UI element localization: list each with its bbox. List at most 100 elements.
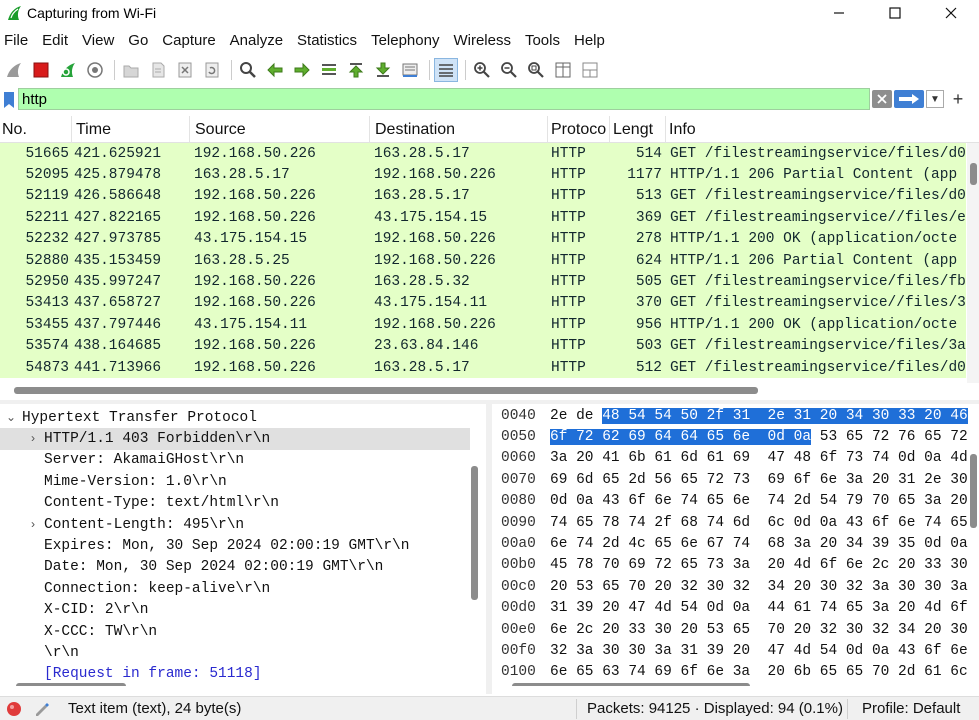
packet-list-vertical-scrollbar[interactable] <box>967 143 979 383</box>
hex-dump-line[interactable]: 0050 6f 72 62 69 64 64 65 6e 0d 0a 53 65 … <box>492 426 968 447</box>
minimize-button[interactable] <box>811 0 867 26</box>
column-header-protocol[interactable]: Protoco <box>548 116 610 143</box>
packet-row[interactable]: 53455 437.797446 43.175.154.11 192.168.50.2… <box>0 314 966 336</box>
menu-statistics[interactable]: Statistics <box>290 32 364 49</box>
menu-tools[interactable]: Tools <box>518 32 567 49</box>
add-filter-button[interactable]: + <box>948 89 968 109</box>
scrollbar-thumb[interactable] <box>471 466 478 600</box>
capture-options-button[interactable] <box>83 58 107 82</box>
layout-button[interactable] <box>578 58 602 82</box>
go-last-packet-button[interactable] <box>371 58 395 82</box>
packet-row[interactable]: 52232 427.973785 43.175.154.15 192.168.50.2… <box>0 228 966 250</box>
hex-dump-line[interactable]: 00d0 31 39 20 47 4d 54 0d 0a 44 61 74 65 … <box>492 598 968 619</box>
hex-dump-line[interactable]: 00e0 6e 2c 20 33 30 20 53 65 70 20 32 30 … <box>492 619 968 640</box>
open-file-button[interactable] <box>119 58 143 82</box>
details-tree-line[interactable]: Expires: Mon, 30 Sep 2024 02:00:19 GMT\r… <box>0 535 470 556</box>
column-header-no[interactable]: No. <box>0 116 72 143</box>
close-button[interactable] <box>923 0 979 26</box>
normal-size-icon <box>528 62 544 78</box>
stop-capture-button[interactable] <box>29 58 53 82</box>
details-tree-line[interactable]: Connection: keep-alive\r\n <box>0 578 470 599</box>
go-forward-button[interactable] <box>290 58 314 82</box>
menu-view[interactable]: View <box>75 32 121 49</box>
column-header-length[interactable]: Lengt <box>610 116 666 143</box>
edit-comment-button[interactable] <box>28 697 56 720</box>
details-tree-line[interactable]: Date: Mon, 30 Sep 2024 02:00:19 GMT\r\n <box>0 557 470 578</box>
details-tree-line[interactable]: Server: AkamaiGHost\r\n <box>0 450 470 471</box>
menu-analyze[interactable]: Analyze <box>223 32 290 49</box>
scrollbar-thumb[interactable] <box>970 454 977 528</box>
scrollbar-thumb[interactable] <box>970 163 977 185</box>
filter-history-dropdown[interactable]: ▼ <box>926 90 944 108</box>
hex-dump-line[interactable]: 00c0 20 53 65 70 20 32 30 32 34 20 30 32 … <box>492 576 968 597</box>
hex-dump-line[interactable]: 0100 6e 65 63 74 69 6f 6e 3a 20 6b 65 65 … <box>492 662 968 683</box>
hex-dump-line[interactable]: 0090 74 65 78 74 2f 68 74 6d 6c 0d 0a 43 … <box>492 512 968 533</box>
packet-row[interactable]: 52950 435.997247 192.168.50.226 163.28.5.32… <box>0 271 966 293</box>
column-header-time[interactable]: Time <box>72 116 190 143</box>
packet-row[interactable]: 51665 421.625921 192.168.50.226 163.28.5.17… <box>0 143 966 165</box>
packet-row[interactable]: 54873 441.713966 192.168.50.226 163.28.5.17… <box>0 356 966 379</box>
hex-dump-line[interactable]: 00f0 32 3a 30 30 3a 31 39 20 47 4d 54 0d … <box>492 640 968 661</box>
packet-row[interactable]: 52119 426.586648 192.168.50.226 163.28.5.17… <box>0 185 966 208</box>
bytes-vertical-scrollbar[interactable] <box>967 434 979 664</box>
hex-dump-line[interactable]: 0040 2e de 48 54 54 50 2f 31 2e 31 20 34 … <box>492 405 968 426</box>
expand-arrow-icon[interactable]: › <box>26 518 40 532</box>
packet-row[interactable]: 52880 435.153459 163.28.5.25 192.168.50.226… <box>0 249 966 272</box>
details-link-line[interactable]: [Request in frame: 51118] <box>0 664 470 685</box>
find-packet-button[interactable] <box>236 58 260 82</box>
auto-scroll-button[interactable] <box>398 58 422 82</box>
menu-edit[interactable]: Edit <box>35 32 75 49</box>
expert-info-button[interactable] <box>0 697 28 720</box>
menu-go[interactable]: Go <box>121 32 155 49</box>
column-header-info[interactable]: Info <box>666 116 979 143</box>
packet-row[interactable]: 53413 437.658727 192.168.50.226 43.175.154.… <box>0 292 966 315</box>
hex-dump-line[interactable]: 00b0 45 78 70 69 72 65 73 3a 20 4d 6f 6e … <box>492 555 968 576</box>
go-first-packet-button[interactable] <box>344 58 368 82</box>
scrollbar-thumb[interactable] <box>14 387 758 394</box>
hex-dump-line[interactable]: 0070 69 6d 65 2d 56 65 72 73 69 6f 6e 3a … <box>492 469 968 490</box>
profile-selector[interactable]: Profile: Default <box>848 697 960 720</box>
menu-wireless[interactable]: Wireless <box>446 32 518 49</box>
details-tree-line[interactable]: › HTTP/1.1 403 Forbidden\r\n <box>0 428 470 450</box>
details-tree-line[interactable]: ⌄ Hypertext Transfer Protocol <box>0 407 470 428</box>
hex-dump-line[interactable]: 0080 0d 0a 43 6f 6e 74 65 6e 74 2d 54 79 … <box>492 491 968 512</box>
go-back-button[interactable] <box>263 58 287 82</box>
packet-row[interactable]: 52095 425.879478 163.28.5.17 192.168.50.226… <box>0 164 966 186</box>
filter-bookmark-button[interactable] <box>0 89 18 111</box>
resize-columns-button[interactable] <box>551 58 575 82</box>
details-tree-line[interactable]: › Content-Length: 495\r\n <box>0 514 470 535</box>
apply-filter-button[interactable] <box>894 90 924 108</box>
colorize-button[interactable] <box>434 58 458 82</box>
close-file-button[interactable] <box>173 58 197 82</box>
menu-telephony[interactable]: Telephony <box>364 32 446 49</box>
packet-list-horizontal-scrollbar[interactable] <box>0 384 966 396</box>
hex-dump-line[interactable]: 00a0 6e 74 2d 4c 65 6e 67 74 68 3a 20 34 … <box>492 533 968 554</box>
details-tree-line[interactable]: X-CID: 2\r\n <box>0 600 470 621</box>
clear-filter-button[interactable] <box>872 90 892 108</box>
details-tree-line[interactable]: Mime-Version: 1.0\r\n <box>0 471 470 492</box>
normal-size-button[interactable] <box>524 58 548 82</box>
expand-arrow-icon[interactable]: ⌄ <box>4 410 18 425</box>
menu-help[interactable]: Help <box>567 32 612 49</box>
menu-file[interactable]: File <box>0 32 35 49</box>
menu-capture[interactable]: Capture <box>155 32 222 49</box>
zoom-in-button[interactable] <box>470 58 494 82</box>
details-tree-line[interactable]: \r\n <box>0 642 470 663</box>
reload-file-button[interactable] <box>200 58 224 82</box>
column-header-destination[interactable]: Destination <box>370 116 548 143</box>
column-header-source[interactable]: Source <box>190 116 370 143</box>
start-capture-button[interactable] <box>2 58 26 82</box>
display-filter-input[interactable] <box>18 88 870 110</box>
details-tree-line[interactable]: X-CCC: TW\r\n <box>0 621 470 642</box>
save-file-button[interactable] <box>146 58 170 82</box>
go-to-packet-button[interactable] <box>317 58 341 82</box>
hex-dump-line[interactable]: 0060 3a 20 41 6b 61 6d 61 69 47 48 6f 73 … <box>492 448 968 469</box>
expand-arrow-icon[interactable]: › <box>26 432 40 446</box>
restart-capture-button[interactable] <box>56 58 80 82</box>
details-tree-line[interactable]: Content-Type: text/html\r\n <box>0 493 470 514</box>
zoom-out-button[interactable] <box>497 58 521 82</box>
maximize-button[interactable] <box>867 0 923 26</box>
packet-row[interactable]: 52211 427.822165 192.168.50.226 43.175.154.… <box>0 207 966 229</box>
packet-row[interactable]: 53574 438.164685 192.168.50.226 23.63.84.14… <box>0 335 966 357</box>
hex-dump-line[interactable]: 011069 76 65 0d 0a 58 2d 43 49 44 3a 20 … <box>492 683 968 687</box>
